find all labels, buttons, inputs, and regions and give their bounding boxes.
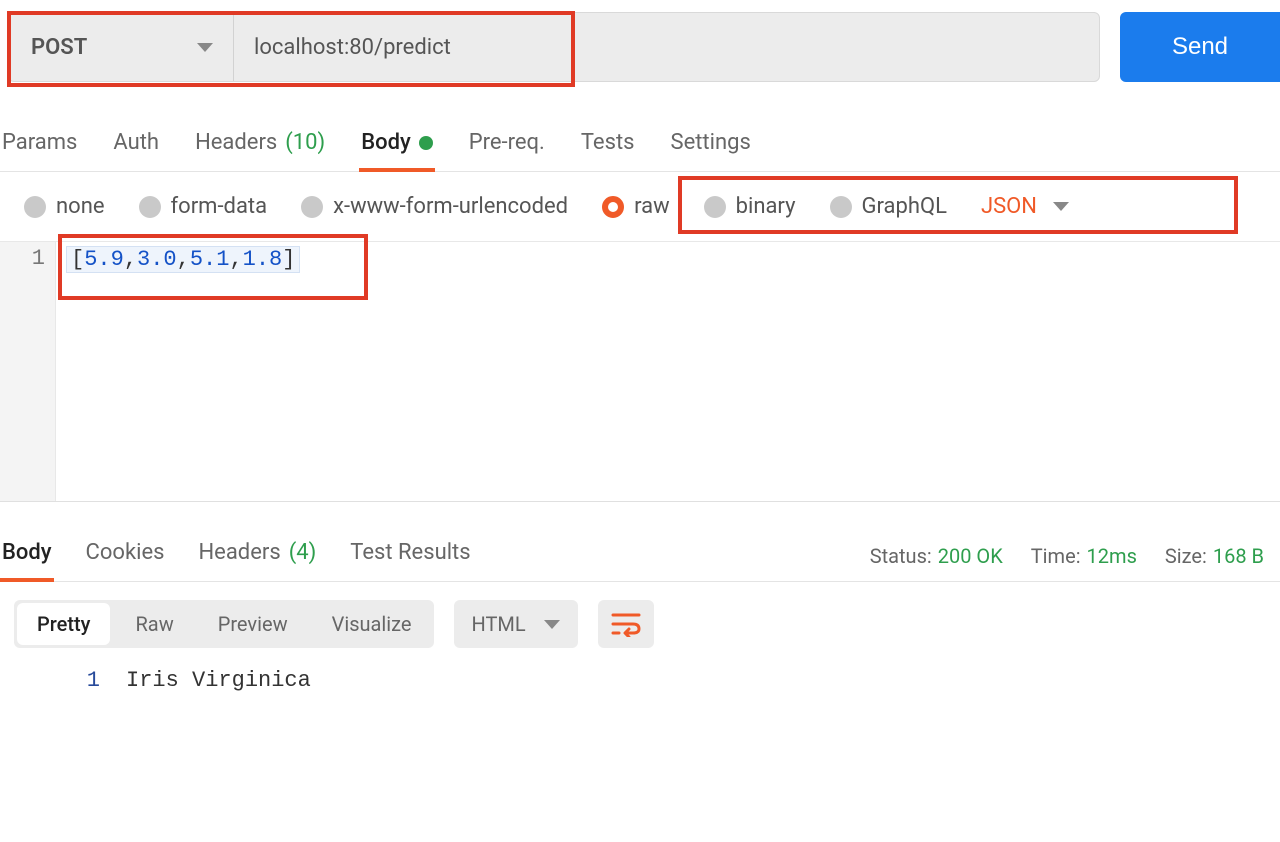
- body-type-binary[interactable]: binary: [704, 194, 796, 219]
- chevron-down-icon: [1053, 202, 1069, 211]
- wrap-lines-button[interactable]: [598, 600, 654, 648]
- resp-tab-headers[interactable]: Headers (4): [196, 530, 318, 581]
- editor-gutter: 1: [0, 242, 56, 501]
- request-url-input[interactable]: localhost:80/predict: [234, 13, 1099, 81]
- time-value: 12ms: [1087, 544, 1137, 568]
- request-tabs: Params Auth Headers (10) Body Pre-req. T…: [0, 102, 1280, 172]
- method-url-group: POST localhost:80/predict: [8, 12, 1100, 82]
- tab-prereq[interactable]: Pre-req.: [467, 124, 547, 171]
- tab-headers[interactable]: Headers (10): [193, 124, 327, 171]
- http-method-select[interactable]: POST: [9, 13, 234, 81]
- chevron-down-icon: [544, 620, 560, 629]
- body-type-row: none form-data x-www-form-urlencoded raw…: [0, 172, 1280, 242]
- radio-icon: [301, 196, 323, 218]
- request-body-editor[interactable]: 1 [5.9,3.0,5.1,1.8]: [0, 242, 1280, 502]
- status-value: 200 OK: [938, 544, 1003, 568]
- resp-tab-test-results[interactable]: Test Results: [348, 530, 472, 581]
- resp-content: Iris Virginica: [120, 668, 1280, 693]
- view-mode-segment: Pretty Raw Preview Visualize: [14, 600, 434, 648]
- line-number: 1: [0, 246, 45, 271]
- resp-gutter: 1: [0, 668, 120, 693]
- resp-tab-cookies[interactable]: Cookies: [84, 530, 167, 581]
- response-tabs: Body Cookies Headers (4) Test Results: [0, 530, 473, 581]
- size-meta: Size:168 B: [1165, 544, 1264, 568]
- body-type-form-data[interactable]: form-data: [139, 194, 268, 219]
- response-body-editor[interactable]: 1 Iris Virginica: [0, 666, 1280, 693]
- chevron-down-icon: [197, 43, 213, 52]
- body-type-graphql[interactable]: GraphQL: [830, 194, 947, 219]
- response-tabs-row: Body Cookies Headers (4) Test Results St…: [0, 530, 1280, 582]
- request-url-text: localhost:80/predict: [254, 35, 451, 60]
- view-pretty[interactable]: Pretty: [17, 603, 110, 645]
- tab-params[interactable]: Params: [0, 124, 79, 171]
- tab-body[interactable]: Body: [359, 124, 435, 171]
- radio-icon: [24, 196, 46, 218]
- response-meta: Status:200 OK Time:12ms Size:168 B: [870, 544, 1264, 568]
- radio-icon: [830, 196, 852, 218]
- response-text: Iris Virginica: [126, 668, 1280, 693]
- editor-line: [5.9,3.0,5.1,1.8]: [66, 246, 300, 273]
- response-language-select[interactable]: HTML: [454, 600, 578, 648]
- tab-auth[interactable]: Auth: [111, 124, 161, 171]
- editor-content[interactable]: [5.9,3.0,5.1,1.8]: [56, 242, 1280, 501]
- body-type-raw[interactable]: raw: [602, 194, 670, 219]
- view-visualize[interactable]: Visualize: [310, 600, 434, 648]
- view-raw[interactable]: Raw: [113, 600, 195, 648]
- response-toolbar: Pretty Raw Preview Visualize HTML: [0, 582, 1280, 666]
- radio-selected-icon: [602, 196, 624, 218]
- resp-tab-body[interactable]: Body: [0, 530, 54, 581]
- view-preview[interactable]: Preview: [196, 600, 310, 648]
- radio-icon: [139, 196, 161, 218]
- tab-tests[interactable]: Tests: [579, 124, 637, 171]
- time-meta: Time:12ms: [1031, 544, 1137, 568]
- send-button[interactable]: Send: [1120, 12, 1280, 82]
- http-method-value: POST: [31, 35, 87, 60]
- body-indicator-dot-icon: [419, 136, 433, 150]
- size-value: 168 B: [1213, 544, 1264, 568]
- radio-icon: [704, 196, 726, 218]
- raw-language-select[interactable]: JSON: [981, 194, 1069, 219]
- send-button-label: Send: [1172, 33, 1228, 61]
- status-meta: Status:200 OK: [870, 544, 1003, 568]
- response-section: Body Cookies Headers (4) Test Results St…: [0, 502, 1280, 693]
- body-type-xform[interactable]: x-www-form-urlencoded: [301, 194, 568, 219]
- resp-headers-count: (4): [289, 540, 317, 565]
- headers-count: (10): [285, 130, 325, 155]
- tab-settings[interactable]: Settings: [669, 124, 753, 171]
- request-bar: POST localhost:80/predict Send: [0, 0, 1280, 94]
- line-number: 1: [0, 668, 100, 693]
- wrap-icon: [611, 611, 641, 637]
- body-type-none[interactable]: none: [24, 194, 105, 219]
